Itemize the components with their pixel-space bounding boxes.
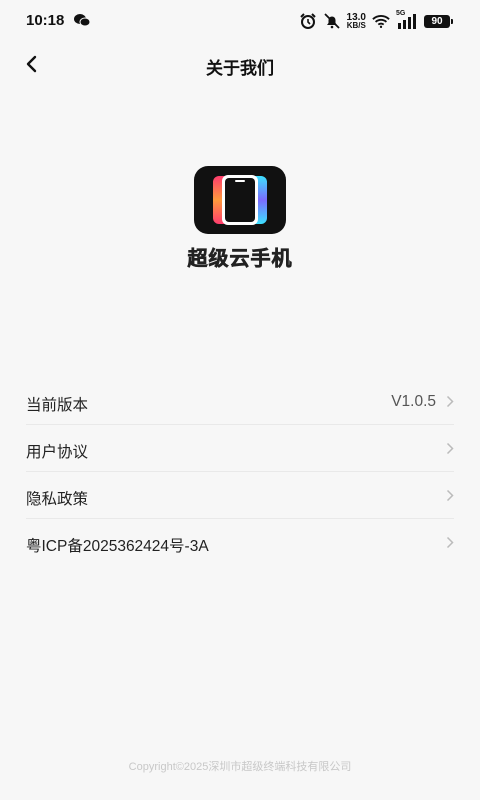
wifi-icon xyxy=(372,15,390,29)
page-title: 关于我们 xyxy=(206,59,274,78)
wechat-icon xyxy=(74,14,90,27)
network-type: 5G xyxy=(396,10,406,17)
app-logo xyxy=(194,166,286,234)
net-speed-unit: KB/S xyxy=(346,21,366,30)
battery-icon: 90 xyxy=(424,14,453,28)
net-speed: 13.0 KB/S xyxy=(346,13,366,30)
menu-item-label: 粤ICP备2025362424号-3A xyxy=(26,538,209,555)
nav-bar: 关于我们 xyxy=(0,44,480,84)
menu-item-label: 隐私政策 xyxy=(26,491,89,508)
version-value: V1.0.5 xyxy=(391,393,436,410)
chevron-right-icon xyxy=(446,536,454,549)
status-bar: 10:18 13.0 KB/S 5G 90 xyxy=(0,0,480,40)
copyright-text: Copyright©2025深圳市超级终端科技有限公司 xyxy=(128,761,352,773)
list-item-privacy-policy[interactable]: 隐私政策 xyxy=(26,472,454,519)
chevron-right-icon xyxy=(446,489,454,502)
mute-bell-icon xyxy=(323,13,340,29)
list-item-icp[interactable]: 粤ICP备2025362424号-3A xyxy=(26,519,454,565)
chevron-right-icon xyxy=(446,442,454,455)
menu-item-label: 当前版本 xyxy=(26,397,89,414)
list-item-user-agreement[interactable]: 用户协议 xyxy=(26,425,454,472)
phone-logo-icon xyxy=(194,166,286,234)
alarm-icon xyxy=(299,13,316,29)
status-time: 10:18 xyxy=(26,12,65,29)
list-item-version[interactable]: 当前版本 V1.0.5 xyxy=(26,378,454,425)
app-name: 超级云手机 xyxy=(187,248,293,271)
status-icons: 13.0 KB/S 5G 90 xyxy=(299,10,453,31)
menu-item-label: 用户协议 xyxy=(26,444,89,461)
settings-list: 当前版本 V1.0.5 用户协议 隐私政策 粤ICP备2025362424号-3… xyxy=(26,378,454,565)
signal-icon: 5G xyxy=(396,10,418,29)
chevron-right-icon xyxy=(446,395,454,408)
